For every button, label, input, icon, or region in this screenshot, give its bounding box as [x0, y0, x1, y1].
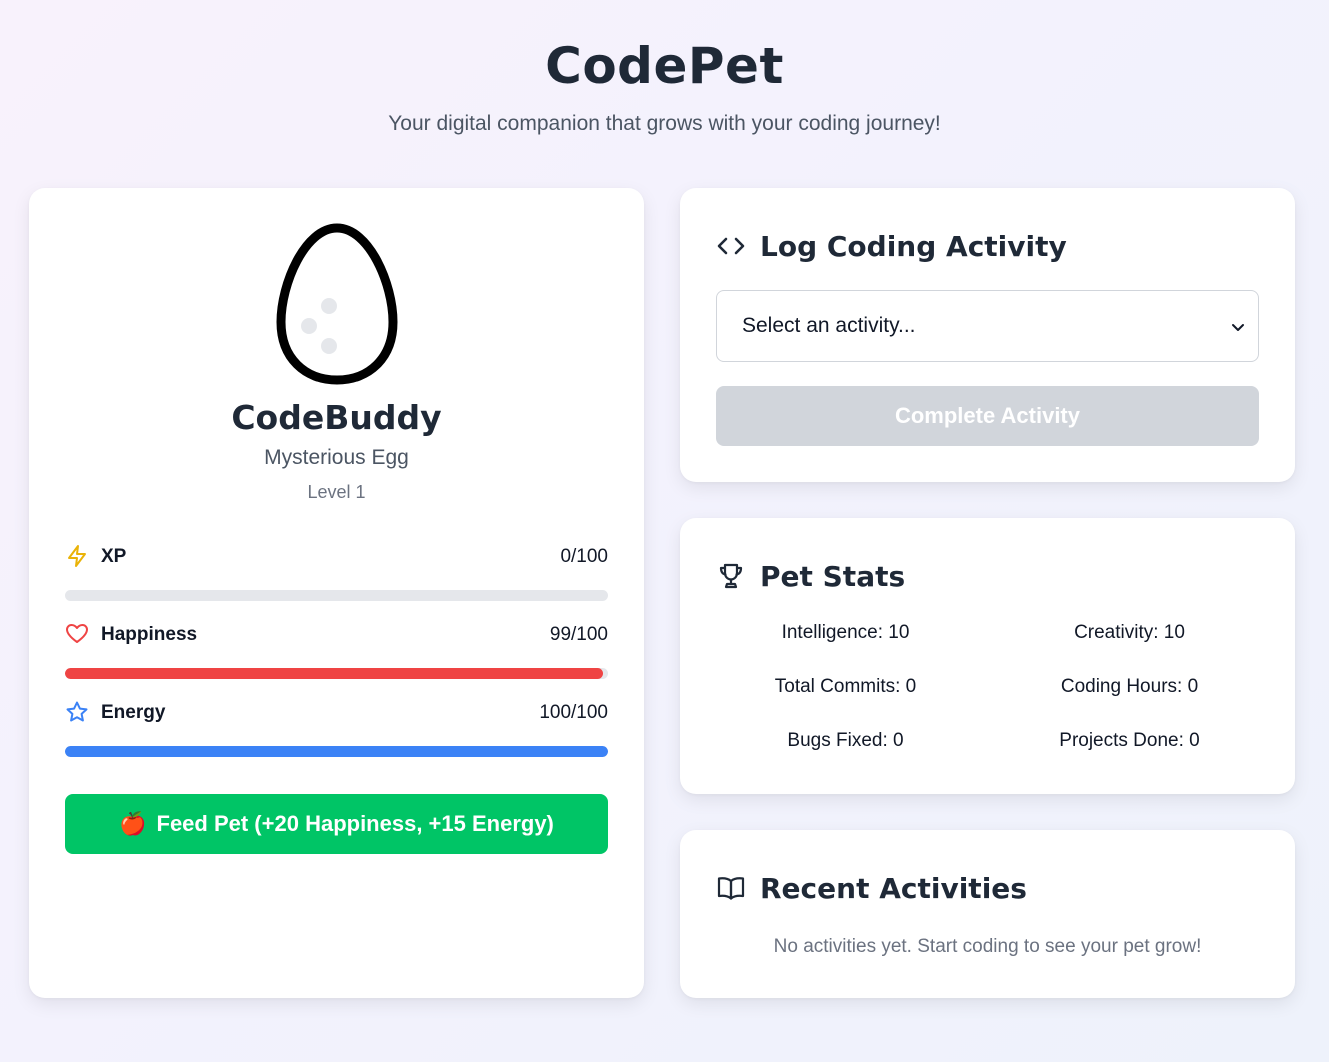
- happiness-row: Happiness 99/100: [65, 622, 608, 652]
- complete-activity-button[interactable]: Complete Activity: [716, 386, 1259, 446]
- stat-coding-hours: Coding Hours: 0: [1060, 676, 1199, 697]
- pet-level: Level 1: [307, 482, 366, 502]
- energy-bar-fill: [65, 746, 608, 757]
- happiness-value: 99/100: [549, 624, 608, 645]
- chevron-down-icon: [1232, 324, 1244, 331]
- apple-icon: 🍎: [119, 811, 147, 836]
- feed-pet-label: Feed Pet (+20 Happiness, +15 Energy): [156, 811, 554, 836]
- pet-card: CodeBuddy Mysterious Egg Level 1 XP 0/10…: [29, 188, 644, 998]
- code-icon: [717, 237, 745, 255]
- page-header: CodePet Your digital companion that grow…: [0, 36, 1329, 136]
- pet-name: CodeBuddy: [231, 398, 442, 437]
- recent-activities-title: Recent Activities: [760, 871, 1027, 905]
- egg-icon: [276, 223, 398, 385]
- app-subtitle: Your digital companion that grows with y…: [388, 112, 941, 135]
- xp-value: 0/100: [560, 546, 608, 567]
- stat-intelligence: Intelligence: 10: [781, 622, 910, 643]
- feed-pet-button[interactable]: 🍎 Feed Pet (+20 Happiness, +15 Energy): [65, 794, 608, 854]
- pet-stats-card: Pet Stats Intelligence: 10 Creativity: 1…: [680, 518, 1295, 794]
- energy-value: 100/100: [539, 702, 608, 723]
- activity-select[interactable]: Select an activity...: [716, 290, 1259, 362]
- stat-creativity: Creativity: 10: [1074, 622, 1185, 643]
- log-activity-header: Log Coding Activity: [716, 228, 1067, 264]
- stat-total-commits: Total Commits: 0: [774, 676, 917, 697]
- pet-stage: Mysterious Egg: [264, 446, 409, 469]
- recent-activities-empty: No activities yet. Start coding to see y…: [773, 936, 1202, 957]
- happiness-label: Happiness: [101, 624, 198, 645]
- log-activity-card: Log Coding Activity Select an activity..…: [680, 188, 1295, 482]
- book-open-icon: [717, 877, 745, 900]
- happiness-bar: [65, 668, 608, 679]
- star-icon: [66, 701, 88, 722]
- energy-row: Energy 100/100: [65, 700, 608, 730]
- log-activity-title: Log Coding Activity: [760, 229, 1067, 263]
- activity-select-value: Select an activity...: [742, 314, 916, 337]
- energy-label: Energy: [101, 702, 166, 723]
- trophy-icon: [719, 563, 743, 589]
- stat-bugs-fixed: Bugs Fixed: 0: [787, 730, 904, 751]
- energy-bar: [65, 746, 608, 757]
- recent-activities-card: Recent Activities No activities yet. Sta…: [680, 830, 1295, 998]
- app-title: CodePet: [545, 37, 784, 95]
- heart-icon: [66, 624, 88, 643]
- recent-activities-header: Recent Activities: [716, 870, 1027, 906]
- xp-bar: [65, 590, 608, 601]
- pet-stats-title: Pet Stats: [760, 559, 906, 593]
- xp-label: XP: [101, 546, 127, 567]
- lightning-icon: [68, 545, 86, 567]
- happiness-bar-fill: [65, 668, 603, 679]
- xp-row: XP 0/100: [65, 544, 608, 574]
- pet-stats-header: Pet Stats: [716, 558, 905, 594]
- stat-projects-done: Projects Done: 0: [1059, 730, 1200, 751]
